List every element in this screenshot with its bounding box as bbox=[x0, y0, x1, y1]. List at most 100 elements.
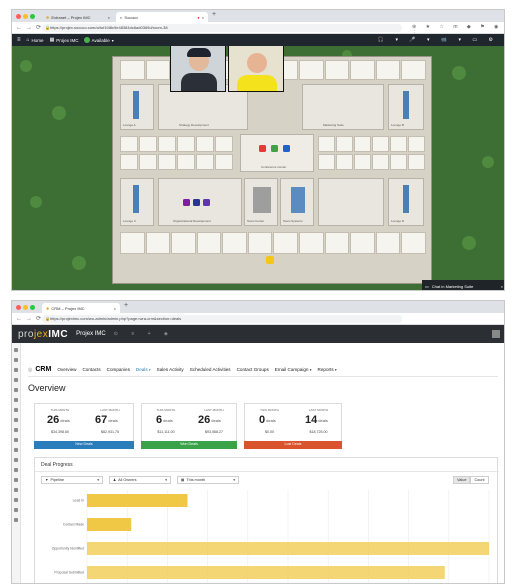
room-org-dev[interactable]: Organizational Development bbox=[158, 178, 242, 226]
office[interactable] bbox=[408, 153, 425, 170]
space-name[interactable]: Projex IMC bbox=[56, 38, 78, 43]
office[interactable] bbox=[401, 60, 426, 80]
close-window-icon[interactable] bbox=[16, 13, 21, 19]
entrance-avatar[interactable] bbox=[266, 256, 274, 264]
office[interactable] bbox=[273, 232, 299, 254]
forward-icon[interactable]: → bbox=[26, 25, 32, 31]
video-tile-left[interactable] bbox=[170, 46, 226, 92]
office[interactable] bbox=[120, 60, 145, 80]
sidebar-icon[interactable] bbox=[14, 508, 18, 512]
office[interactable] bbox=[139, 153, 157, 170]
site-name[interactable]: Projex IMC bbox=[76, 331, 106, 337]
office[interactable] bbox=[171, 232, 196, 254]
office[interactable] bbox=[196, 136, 214, 153]
video-tile-right[interactable] bbox=[228, 46, 284, 92]
sidebar-icon[interactable] bbox=[14, 478, 18, 482]
office[interactable] bbox=[354, 136, 371, 153]
sidebar-icon[interactable] bbox=[14, 398, 18, 402]
office[interactable] bbox=[139, 136, 157, 153]
minimize-window-icon[interactable] bbox=[23, 13, 28, 19]
room-empty[interactable] bbox=[318, 178, 384, 226]
office[interactable] bbox=[120, 232, 145, 254]
nav-companies[interactable]: Companies bbox=[107, 367, 130, 372]
tab-close-icon[interactable]: × bbox=[114, 306, 116, 311]
office[interactable] bbox=[299, 232, 324, 254]
url-input[interactable]: 🔒 https://projex.sococo.com/a/tuf1f48c9e… bbox=[42, 24, 402, 32]
maximize-window-icon[interactable] bbox=[30, 13, 35, 19]
room-team-systems[interactable]: Team Systems bbox=[280, 178, 314, 226]
office[interactable] bbox=[222, 232, 247, 254]
maximize-window-icon[interactable] bbox=[30, 304, 35, 310]
office-map[interactable]: Lounge A Strategy Development Marketing … bbox=[12, 46, 504, 290]
chart-bar[interactable] bbox=[87, 518, 132, 531]
chart-bar[interactable] bbox=[87, 542, 489, 555]
office[interactable] bbox=[350, 232, 375, 254]
sidebar-icon[interactable] bbox=[14, 448, 18, 452]
office[interactable] bbox=[390, 136, 407, 153]
user-avatar[interactable] bbox=[492, 330, 500, 338]
avatar[interactable] bbox=[283, 145, 290, 152]
owner-select[interactable]: ♟ All Owners ▾ bbox=[109, 476, 171, 484]
won-deals-button[interactable]: Won Deals bbox=[141, 441, 237, 449]
sidebar-icon[interactable] bbox=[14, 438, 18, 442]
chat-bar[interactable]: ▭ Chat in Marketing Suite × bbox=[422, 280, 504, 290]
home-icon[interactable]: ⌂ bbox=[27, 37, 30, 43]
office[interactable] bbox=[350, 60, 375, 80]
sidebar-icon[interactable] bbox=[14, 418, 18, 422]
nav-contacts[interactable]: Contacts bbox=[82, 367, 100, 372]
office[interactable] bbox=[196, 153, 214, 170]
room-team-center[interactable]: Team Center bbox=[244, 178, 278, 226]
nav-email-campaign[interactable]: Email Campaign ▾ bbox=[275, 367, 312, 372]
nav-scheduled-activities[interactable]: Scheduled Activities bbox=[190, 367, 231, 372]
sidebar-icon[interactable] bbox=[14, 348, 18, 352]
tab-sococo[interactable]: ◐ Sococo ● × bbox=[116, 12, 208, 22]
office[interactable] bbox=[145, 232, 171, 254]
office[interactable] bbox=[336, 136, 353, 153]
nav-contact-groups[interactable]: Contact Groups bbox=[237, 367, 269, 372]
nav-deals[interactable]: Deals ▾ bbox=[136, 367, 151, 372]
office[interactable] bbox=[177, 136, 195, 153]
reload-icon[interactable]: ⟳ bbox=[36, 315, 41, 322]
chart-bar[interactable] bbox=[87, 566, 445, 579]
new-deals-button[interactable]: New Deals bbox=[34, 441, 134, 449]
new-tab-icon[interactable]: + bbox=[212, 11, 216, 18]
back-icon[interactable]: ← bbox=[16, 316, 22, 322]
avatar[interactable] bbox=[259, 145, 266, 152]
office[interactable] bbox=[324, 232, 350, 254]
nav-sales-activity[interactable]: Sales Activity bbox=[157, 367, 184, 372]
sidebar-icon[interactable] bbox=[14, 468, 18, 472]
tab-close-icon[interactable]: × bbox=[108, 15, 110, 20]
office[interactable] bbox=[120, 136, 138, 153]
chart-bar[interactable] bbox=[87, 494, 188, 507]
status-dropdown[interactable]: Available bbox=[92, 38, 110, 43]
sidebar-icon[interactable] bbox=[14, 368, 18, 372]
toolbar-icons[interactable]: ⊙ ≡ + ◈ bbox=[114, 331, 174, 337]
pipeline-select[interactable]: ▼ Pipeline ▾ bbox=[41, 476, 103, 484]
tab-extranet[interactable]: ✱ Extranet – Projex IMC × bbox=[42, 12, 114, 22]
office[interactable] bbox=[324, 60, 350, 80]
office[interactable] bbox=[120, 153, 138, 170]
office[interactable] bbox=[299, 60, 324, 80]
office[interactable] bbox=[372, 136, 389, 153]
tab-crm[interactable]: ✱ CRM – Projex IMC × bbox=[42, 303, 120, 313]
office[interactable] bbox=[215, 153, 233, 170]
tab-close-icon[interactable]: × bbox=[202, 15, 204, 20]
office[interactable] bbox=[401, 232, 426, 254]
room-lounge-c[interactable]: Lounge C bbox=[120, 178, 154, 226]
minimize-window-icon[interactable] bbox=[23, 304, 28, 310]
forward-icon[interactable]: → bbox=[26, 316, 32, 322]
sidebar-icon[interactable] bbox=[14, 458, 18, 462]
sidebar-icon[interactable] bbox=[14, 378, 18, 382]
avatar[interactable] bbox=[183, 199, 190, 206]
sidebar-icon[interactable] bbox=[14, 428, 18, 432]
period-select[interactable]: ▦ This month ▾ bbox=[177, 476, 239, 484]
room-lounge-b[interactable]: Lounge B bbox=[388, 84, 424, 130]
office[interactable] bbox=[354, 153, 371, 170]
brand-logo[interactable]: projexIMC bbox=[18, 329, 68, 340]
avatar[interactable] bbox=[271, 145, 278, 152]
home-link[interactable]: Home bbox=[32, 38, 44, 43]
avatar[interactable] bbox=[203, 199, 210, 206]
room-marketing[interactable]: Marketing Suite bbox=[302, 84, 384, 130]
office[interactable] bbox=[408, 136, 425, 153]
office[interactable] bbox=[375, 232, 401, 254]
